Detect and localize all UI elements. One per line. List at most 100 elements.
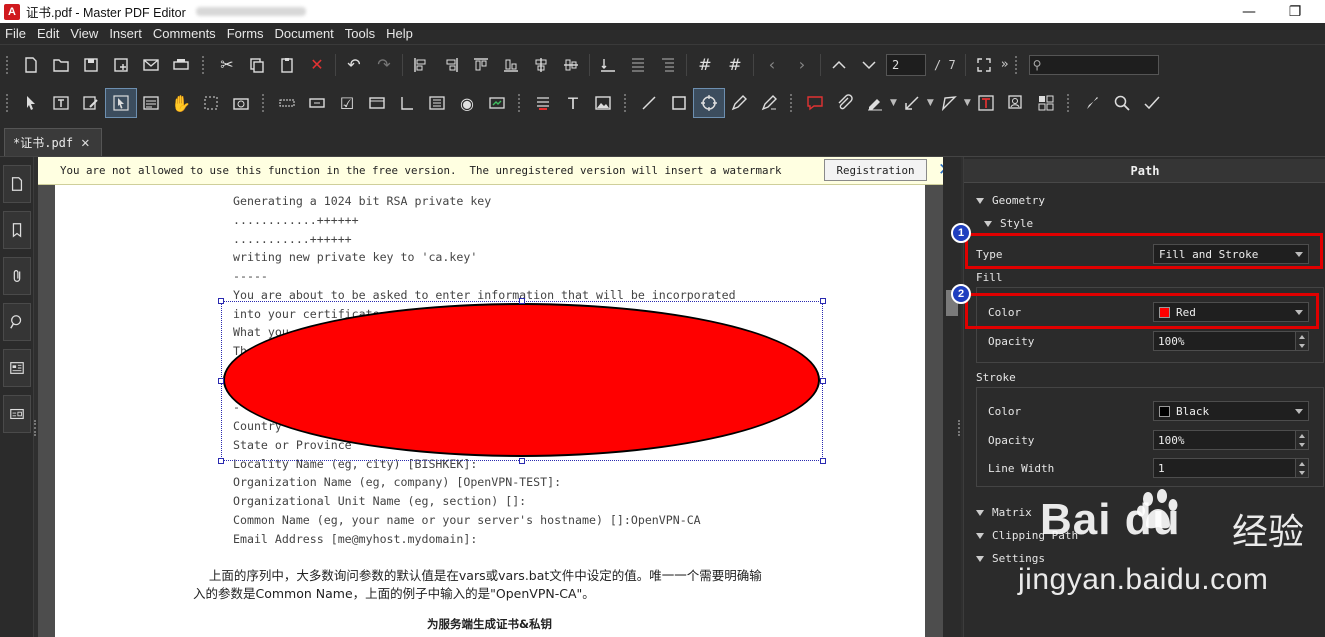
- style-section-toggle[interactable]: Style: [984, 217, 1033, 230]
- arrow-line-icon[interactable]: [897, 89, 927, 117]
- arrange-objects-icon[interactable]: [1031, 89, 1061, 117]
- distribute-icon[interactable]: [593, 51, 623, 79]
- toolbar-grip[interactable]: [202, 55, 206, 74]
- menu-tools[interactable]: Tools: [340, 26, 381, 41]
- resize-handle[interactable]: [218, 378, 224, 384]
- resize-handle[interactable]: [820, 458, 826, 464]
- next-page-icon[interactable]: [854, 51, 884, 79]
- tab-document[interactable]: *证书.pdf ✕: [4, 128, 102, 156]
- cut-icon[interactable]: ✂: [212, 51, 242, 79]
- listbox-field-icon[interactable]: [422, 89, 452, 117]
- marquee-select-icon[interactable]: [196, 89, 226, 117]
- undo-icon[interactable]: ↶: [339, 51, 369, 79]
- search-panel-icon[interactable]: [3, 303, 31, 341]
- hand-select-icon[interactable]: [16, 89, 46, 117]
- resize-handle[interactable]: [218, 458, 224, 464]
- spin-arrows[interactable]: [1295, 431, 1308, 449]
- search-input[interactable]: ⚲: [1028, 54, 1159, 75]
- attachments-panel-icon[interactable]: [3, 257, 31, 295]
- toolbar-grip[interactable]: [624, 94, 628, 112]
- pages-panel-icon[interactable]: [3, 165, 31, 203]
- resize-handle[interactable]: [519, 458, 525, 464]
- checkbox-field-icon[interactable]: ☑: [332, 89, 362, 117]
- stroke-color-dropdown[interactable]: Black: [1153, 401, 1309, 421]
- brush-icon[interactable]: [1077, 89, 1107, 117]
- menu-help[interactable]: Help: [381, 26, 419, 41]
- previous-page-icon[interactable]: [824, 51, 854, 79]
- document-viewport[interactable]: Enabled 1024 + /var/ssl/OE Generating a …: [38, 157, 943, 637]
- edit-text-icon[interactable]: [46, 89, 76, 117]
- add-text-icon[interactable]: T: [558, 89, 588, 117]
- save-as-icon[interactable]: [106, 51, 136, 79]
- tab-close-icon[interactable]: ✕: [81, 135, 89, 151]
- copy-icon[interactable]: [242, 51, 272, 79]
- registration-button[interactable]: Registration: [824, 159, 927, 181]
- chevron-down-icon[interactable]: ▼: [927, 98, 934, 108]
- polygon-tool-icon[interactable]: [934, 89, 964, 117]
- line-width-spinbox[interactable]: 1: [1153, 458, 1309, 478]
- textbox-red-icon[interactable]: [971, 89, 1001, 117]
- menu-edit[interactable]: Edit: [32, 26, 65, 41]
- menu-file[interactable]: File: [0, 26, 32, 41]
- insert-text-red-icon[interactable]: [528, 89, 558, 117]
- geometry-section-toggle[interactable]: Geometry: [976, 194, 1045, 207]
- resize-handle[interactable]: [519, 298, 525, 304]
- menu-comments[interactable]: Comments: [148, 26, 222, 41]
- chevron-down-icon[interactable]: ▼: [964, 98, 971, 108]
- back-icon[interactable]: ‹: [757, 51, 787, 79]
- spin-arrows[interactable]: [1295, 332, 1308, 350]
- path-tool-icon[interactable]: [693, 88, 725, 118]
- snapshot-icon[interactable]: [226, 89, 256, 117]
- forward-icon[interactable]: ›: [787, 51, 817, 79]
- new-document-icon[interactable]: [16, 51, 46, 79]
- toolbar-grip[interactable]: [262, 94, 266, 112]
- toolbar-grip[interactable]: [518, 94, 522, 112]
- resize-handle[interactable]: [218, 298, 224, 304]
- stamp-icon[interactable]: [1001, 89, 1031, 117]
- toolbar-grip[interactable]: [1066, 94, 1071, 112]
- toolbar-grip[interactable]: [1014, 55, 1019, 74]
- menu-insert[interactable]: Insert: [104, 26, 148, 41]
- align-top-icon[interactable]: [466, 51, 496, 79]
- align-left-icon[interactable]: [406, 51, 436, 79]
- eraser-tool-icon[interactable]: [754, 89, 784, 117]
- insert-image-icon[interactable]: [588, 89, 618, 117]
- paste-icon[interactable]: [272, 51, 302, 79]
- align-center-vertical-icon[interactable]: [556, 51, 586, 79]
- chevron-down-icon[interactable]: ▼: [890, 98, 897, 108]
- menu-document[interactable]: Document: [270, 26, 340, 41]
- align-right-icon[interactable]: [436, 51, 466, 79]
- align-bottom-icon[interactable]: [496, 51, 526, 79]
- fit-page-icon[interactable]: [969, 51, 999, 79]
- spin-arrows[interactable]: [1295, 459, 1308, 477]
- align-center-horizontal-icon[interactable]: [526, 51, 556, 79]
- radio-field-icon[interactable]: ◉: [452, 89, 482, 117]
- toolbar-grip[interactable]: [6, 94, 10, 112]
- selection-box[interactable]: [221, 301, 823, 461]
- delete-icon[interactable]: ✕: [302, 51, 332, 79]
- text-field-icon[interactable]: [272, 89, 302, 117]
- resize-handle[interactable]: [820, 378, 826, 384]
- toolbar-grip[interactable]: [790, 94, 794, 112]
- restore-button[interactable]: ❐: [1272, 0, 1318, 23]
- panel-splitter[interactable]: [958, 420, 962, 436]
- find-icon[interactable]: [1107, 89, 1137, 117]
- menu-forms[interactable]: Forms: [222, 26, 270, 41]
- attach-file-icon[interactable]: [830, 89, 860, 117]
- signature-field-icon[interactable]: [482, 89, 512, 117]
- print-icon[interactable]: [166, 51, 196, 79]
- list-field-icon[interactable]: [392, 89, 422, 117]
- arrange-icon[interactable]: [623, 51, 653, 79]
- checkmark-icon[interactable]: [1137, 89, 1167, 117]
- pan-hand-icon[interactable]: ✋: [166, 89, 196, 117]
- snap-grid-icon[interactable]: #: [720, 51, 750, 79]
- rectangle-tool-icon[interactable]: [664, 89, 694, 117]
- pdf-page[interactable]: Enabled 1024 + /var/ssl/OE Generating a …: [55, 173, 925, 637]
- line-tool-icon[interactable]: [634, 89, 664, 117]
- fill-opacity-spinbox[interactable]: 100%: [1153, 331, 1309, 351]
- page-number-input[interactable]: 2: [886, 53, 926, 76]
- toolbar-grip[interactable]: [6, 55, 10, 74]
- bookmarks-panel-icon[interactable]: [3, 211, 31, 249]
- minimize-button[interactable]: —: [1226, 0, 1272, 23]
- email-icon[interactable]: [136, 51, 166, 79]
